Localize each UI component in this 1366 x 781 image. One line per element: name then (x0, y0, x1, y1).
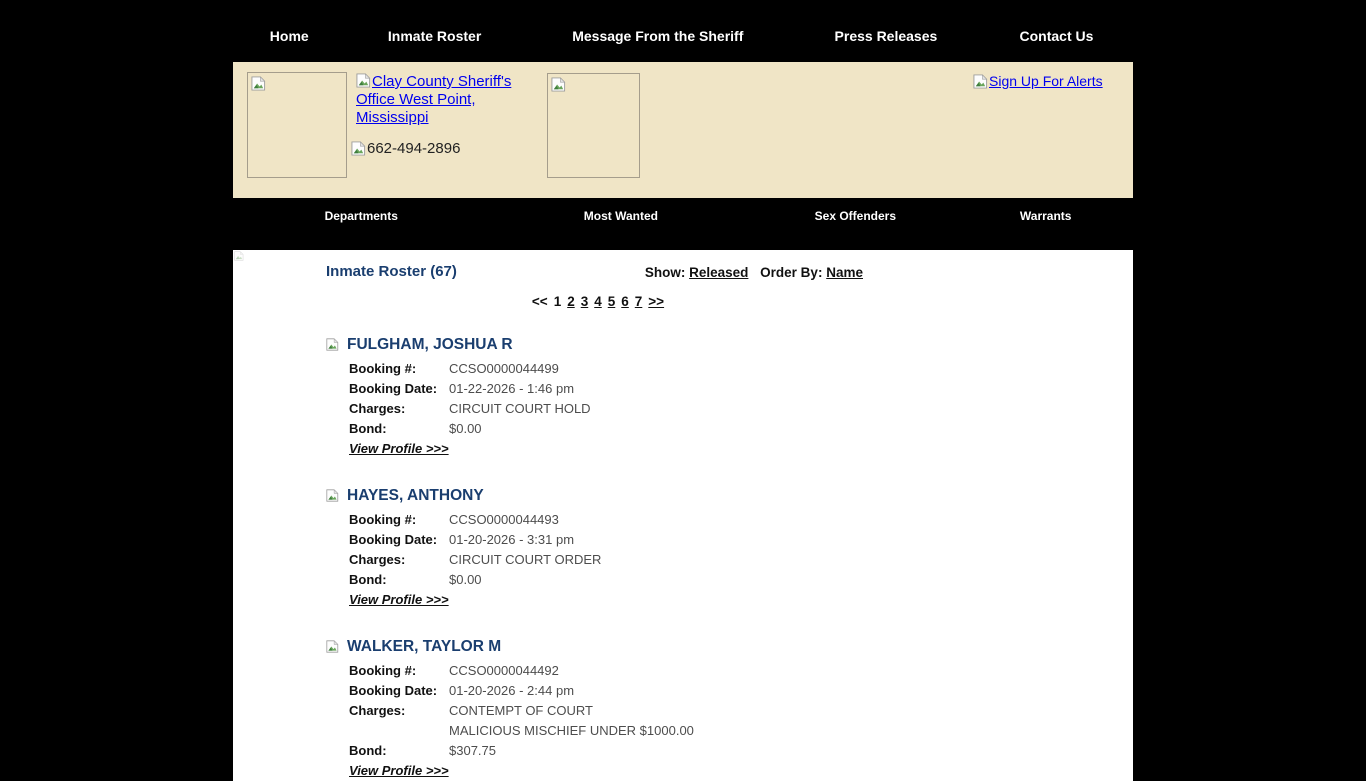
sign-up-for-alerts-link[interactable]: Sign Up For Alerts (989, 73, 1103, 89)
roster-content: Inmate Roster (67) Show: Released Order … (233, 250, 1133, 781)
bond-value: $307.75 (449, 741, 496, 761)
phone-broken-image-icon (351, 141, 366, 156)
booking-date-label: Booking Date: (349, 530, 449, 550)
pagination: << 1234567 >> (233, 294, 963, 309)
nav-item-contact-us[interactable]: Contact Us (980, 28, 1133, 44)
inmate-name-row: HAYES, ANTHONY (326, 487, 1133, 505)
bond-label: Bond: (349, 570, 449, 590)
page-title: Inmate Roster (67) (326, 263, 457, 280)
view-profile-link[interactable]: View Profile >>> (349, 763, 449, 778)
mugshot-broken-image-icon (326, 640, 339, 653)
roster-title-row: Inmate Roster (67) Show: Released Order … (233, 263, 1133, 285)
charges-label: Charges: (349, 701, 449, 741)
mugshot-broken-image-icon (326, 489, 339, 502)
bond-label: Bond: (349, 741, 449, 761)
broken-image-icon (251, 76, 266, 91)
show-label: Show: (645, 265, 686, 280)
alerts-broken-image-icon (973, 74, 988, 89)
charges-value: CIRCUIT COURT HOLD (449, 399, 591, 419)
view-profile-row: View Profile >>> (349, 439, 1133, 459)
phone-number: 662-494-2896 (367, 140, 460, 157)
show-order-controls: Show: Released Order By: Name (645, 265, 863, 280)
spacer-broken-image-icon (234, 251, 244, 261)
pagination-page-5[interactable]: 5 (608, 294, 616, 309)
nav-item-press-releases[interactable]: Press Releases (792, 28, 980, 44)
booking-number-value: CCSO0000044492 (449, 661, 559, 681)
pagination-page-6[interactable]: 6 (621, 294, 629, 309)
booking-number-value: CCSO0000044493 (449, 510, 559, 530)
order-by-name-link[interactable]: Name (826, 265, 863, 280)
booking-date-value: 01-20-2026 - 2:44 pm (449, 681, 574, 701)
top-nav: Home Inmate Roster Message From the Sher… (233, 0, 1133, 62)
missing-logo-image (247, 72, 347, 178)
charges-label: Charges: (349, 550, 449, 570)
pagination-prev[interactable]: << (532, 294, 548, 309)
nav-item-sex-offenders[interactable]: Sex Offenders (752, 209, 958, 250)
alerts-block: Sign Up For Alerts (973, 73, 1103, 89)
charges-label: Charges: (349, 399, 449, 419)
phone-row: 662-494-2896 (351, 140, 460, 157)
site-header: Clay County Sheriff's Office West Point,… (233, 62, 1133, 198)
inmate-record: WALKER, TAYLOR M Booking #:CCSO000004449… (326, 638, 1133, 781)
order-by-label: Order By: (760, 265, 822, 280)
bond-value: $0.00 (449, 570, 482, 590)
inmate-record: HAYES, ANTHONY Booking #:CCSO0000044493 … (326, 487, 1133, 610)
pagination-next[interactable]: >> (648, 294, 664, 309)
view-profile-row: View Profile >>> (349, 761, 1133, 781)
show-released-link[interactable]: Released (689, 265, 748, 280)
site-title-block: Clay County Sheriff's Office West Point,… (356, 73, 536, 127)
pagination-page-3[interactable]: 3 (581, 294, 589, 309)
site-title-text: Clay County Sheriff's Office West Point,… (356, 73, 511, 126)
nav-item-most-wanted[interactable]: Most Wanted (490, 209, 753, 250)
secondary-nav: Departments Most Wanted Sex Offenders Wa… (233, 198, 1133, 250)
inmate-details: Booking #:CCSO0000044499 Booking Date:01… (349, 359, 1133, 439)
nav-item-inmate-roster[interactable]: Inmate Roster (346, 28, 524, 44)
inmate-name-link[interactable]: HAYES, ANTHONY (347, 487, 484, 505)
missing-badge-image (547, 73, 640, 178)
mugshot-broken-image-icon (326, 338, 339, 351)
nav-item-departments[interactable]: Departments (233, 209, 490, 250)
inmate-name-row: WALKER, TAYLOR M (326, 638, 1133, 656)
booking-date-label: Booking Date: (349, 379, 449, 399)
bond-value: $0.00 (449, 419, 482, 439)
bond-label: Bond: (349, 419, 449, 439)
page-container: Home Inmate Roster Message From the Sher… (233, 0, 1133, 781)
booking-number-label: Booking #: (349, 510, 449, 530)
pagination-page-2[interactable]: 2 (567, 294, 575, 309)
pagination-page-1-current: 1 (554, 294, 562, 309)
view-profile-row: View Profile >>> (349, 590, 1133, 610)
inmate-name-link[interactable]: FULGHAM, JOSHUA R (347, 336, 513, 354)
booking-number-label: Booking #: (349, 661, 449, 681)
pagination-page-7[interactable]: 7 (635, 294, 643, 309)
nav-item-home[interactable]: Home (233, 28, 346, 44)
charges-value: CONTEMPT OF COURTMALICIOUS MISCHIEF UNDE… (449, 701, 694, 741)
inmate-details: Booking #:CCSO0000044493 Booking Date:01… (349, 510, 1133, 590)
site-title-link[interactable]: Clay County Sheriff's Office West Point,… (356, 73, 511, 126)
nav-item-message-from-sheriff[interactable]: Message From the Sheriff (524, 28, 792, 44)
booking-number-label: Booking #: (349, 359, 449, 379)
broken-image-icon (356, 73, 371, 88)
view-profile-link[interactable]: View Profile >>> (349, 441, 449, 456)
booking-date-value: 01-20-2026 - 3:31 pm (449, 530, 574, 550)
nav-item-warrants[interactable]: Warrants (958, 209, 1133, 250)
charges-value: CIRCUIT COURT ORDER (449, 550, 601, 570)
booking-number-value: CCSO0000044499 (449, 359, 559, 379)
booking-date-value: 01-22-2026 - 1:46 pm (449, 379, 574, 399)
booking-date-label: Booking Date: (349, 681, 449, 701)
broken-image-icon (551, 77, 566, 92)
inmate-record: FULGHAM, JOSHUA R Booking #:CCSO00000444… (326, 336, 1133, 459)
view-profile-link[interactable]: View Profile >>> (349, 592, 449, 607)
inmate-details: Booking #:CCSO0000044492 Booking Date:01… (349, 661, 1133, 761)
inmate-name-row: FULGHAM, JOSHUA R (326, 336, 1133, 354)
pagination-page-4[interactable]: 4 (594, 294, 602, 309)
inmate-name-link[interactable]: WALKER, TAYLOR M (347, 638, 501, 656)
